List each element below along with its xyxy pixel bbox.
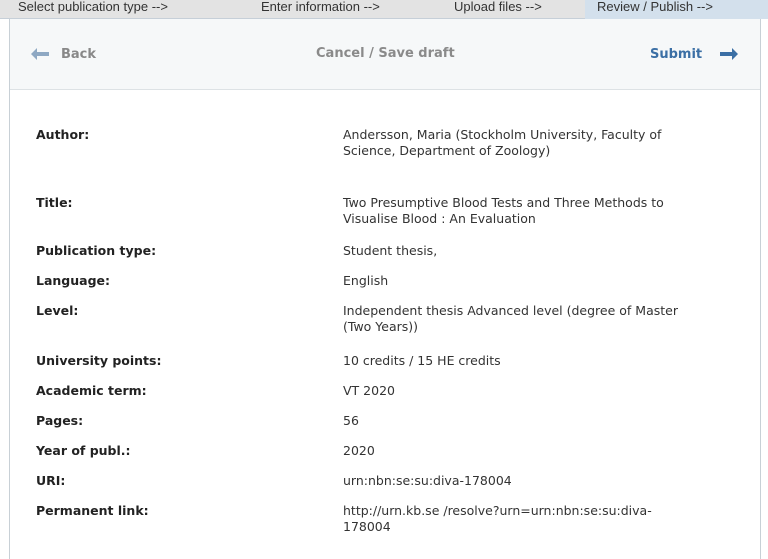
field-value: 10 credits / 15 HE credits: [343, 353, 501, 368]
field-label: Title:: [36, 195, 73, 210]
field-label: Pages:: [36, 413, 84, 428]
field-value: VT 2020: [343, 383, 395, 398]
back-button[interactable]: Back: [31, 45, 96, 63]
progress-steps: Select publication type --> Enter inform…: [0, 0, 768, 19]
review-panel: Back Cancel / Save draft Submit Author: …: [9, 19, 761, 559]
cancel-save-draft-button[interactable]: Cancel / Save draft: [316, 46, 455, 61]
field-label: Publication type:: [36, 243, 157, 258]
action-toolbar: Back Cancel / Save draft Submit: [10, 19, 760, 90]
field-value: 2020: [343, 443, 375, 458]
arrow-right-icon: [720, 48, 739, 60]
step-enter-information[interactable]: Enter information -->: [243, 0, 434, 19]
field-label: Language:: [36, 273, 111, 288]
field-value: Student thesis,: [343, 243, 438, 258]
field-label: Author:: [36, 127, 90, 142]
field-value: Independent thesis Advanced level (degre…: [343, 303, 678, 334]
field-label: Permanent link:: [36, 503, 149, 518]
field-value: 56: [343, 413, 359, 428]
step-review-publish[interactable]: Review / Publish -->: [585, 0, 768, 19]
back-label: Back: [61, 46, 97, 62]
field-value[interactable]: http://urn.kb.se /resolve?urn=urn:nbn:se…: [343, 503, 693, 535]
submit-label: Submit: [650, 46, 703, 62]
field-value: Two Presumptive Blood Tests and Three Me…: [343, 195, 664, 226]
step-upload-files[interactable]: Upload files -->: [434, 0, 585, 19]
field-label: Academic term:: [36, 383, 147, 398]
submit-button[interactable]: Submit: [650, 45, 739, 63]
step-select-publication-type[interactable]: Select publication type -->: [0, 0, 243, 19]
field-value: English: [343, 273, 389, 288]
field-label: University points:: [36, 353, 162, 368]
field-value: Andersson, Maria (Stockholm University, …: [343, 127, 662, 158]
field-label: Year of publ.:: [36, 443, 131, 458]
field-label: Level:: [36, 303, 79, 318]
arrow-left-icon: [31, 48, 49, 60]
field-label: URI:: [36, 473, 66, 488]
field-value: urn:nbn:se:su:diva-178004: [343, 473, 512, 488]
